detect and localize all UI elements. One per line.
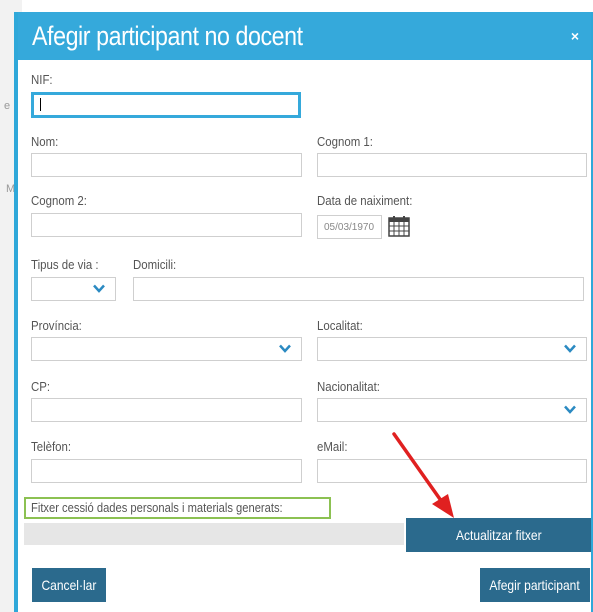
chevron-down-icon (564, 344, 576, 353)
address-input[interactable] (133, 277, 584, 301)
text-caret (40, 98, 41, 111)
locality-label: Localitat: (317, 318, 363, 333)
modal-title: Afegir participant no docent (32, 21, 303, 51)
cancel-button[interactable]: Cancel·lar (32, 568, 106, 602)
cognom2-input[interactable] (31, 213, 302, 237)
postal-code-label: CP: (31, 379, 51, 394)
update-file-button-label: Actualitzar fitxer (455, 527, 542, 543)
nif-label: NIF: (31, 72, 53, 87)
email-label: eMail: (317, 439, 348, 454)
birth-date-input[interactable]: 05/03/1970 (317, 215, 382, 239)
background-fragment: e (4, 100, 11, 112)
chevron-down-icon (564, 405, 576, 414)
phone-label: Telèfon: (31, 439, 72, 454)
nom-label: Nom: (31, 134, 59, 149)
postal-code-input[interactable] (31, 398, 302, 422)
locality-select[interactable] (317, 337, 587, 361)
add-participant-button[interactable]: Afegir participant (480, 568, 590, 602)
province-label: Província: (31, 318, 82, 333)
chevron-down-icon (93, 284, 105, 293)
phone-input[interactable] (31, 459, 302, 483)
cognom1-input[interactable] (317, 153, 587, 177)
road-type-select[interactable] (31, 277, 116, 301)
province-select[interactable] (31, 337, 302, 361)
file-consent-label: Fitxer cessió dades personals i material… (24, 497, 331, 519)
close-button[interactable]: × (571, 28, 579, 44)
birth-date-label: Data de naiximent: (317, 193, 413, 208)
add-participant-modal: Afegir participant no docent × NIF: Nom:… (14, 12, 593, 612)
nif-input[interactable] (31, 92, 301, 118)
modal-header: Afegir participant no docent × (18, 12, 591, 60)
annotation-arrow-icon (392, 432, 454, 518)
cancel-button-label: Cancel·lar (41, 577, 97, 593)
nom-input[interactable] (31, 153, 302, 177)
file-name-field (24, 523, 404, 545)
chevron-down-icon (279, 344, 291, 353)
address-label: Domicili: (133, 257, 177, 272)
add-participant-button-label: Afegir participant (489, 577, 581, 593)
cognom2-label: Cognom 2: (31, 193, 87, 208)
road-type-label: Tipus de via : (31, 257, 99, 272)
file-consent-label-text: Fitxer cessió dades personals i material… (31, 500, 283, 515)
cognom1-label: Cognom 1: (317, 134, 373, 149)
calendar-icon[interactable] (388, 215, 410, 237)
nationality-label: Nacionalitat: (317, 379, 380, 394)
